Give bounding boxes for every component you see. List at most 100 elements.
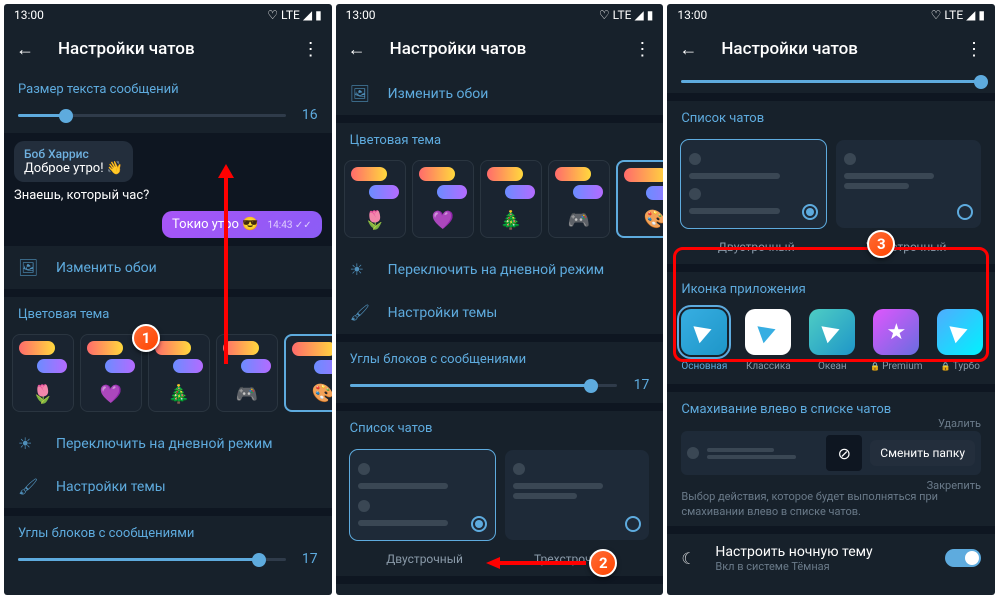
chatlist-label: Список чатов [667, 101, 995, 132]
day-mode[interactable]: ☀ Переключить на дневной режим [336, 248, 664, 291]
callout-1: 1 [132, 324, 160, 352]
heart-icon: ♡ [267, 8, 278, 22]
theme-settings[interactable]: 🖌 Настройки темы [4, 465, 332, 508]
night-theme-row[interactable]: ☾ Настроить ночную тему Вкл в системе Тё… [667, 534, 995, 583]
three-line-option[interactable] [505, 450, 650, 540]
battery-icon: ▮ [647, 8, 654, 22]
radio-icon [957, 204, 973, 220]
theme-card-selected[interactable]: 🎨 [284, 334, 332, 412]
change-folder-button[interactable]: Сменить папку [870, 440, 975, 466]
moon-icon: ☾ [681, 549, 701, 568]
more-icon[interactable]: ⋮ [633, 39, 651, 60]
color-theme-label: Цветовая тема [4, 297, 332, 328]
corners-slider[interactable]: 17 [336, 373, 664, 403]
swipe-preview: ⊘ Сменить папку [667, 423, 995, 483]
image-icon: 🖼 [350, 84, 370, 103]
two-line-label: Двустрочный [350, 552, 500, 566]
top-slider[interactable] [667, 72, 995, 93]
heart-icon: ♡ [931, 8, 942, 22]
text-size-value: 16 [298, 107, 318, 123]
theme-card[interactable]: 🎄 [480, 160, 542, 238]
network: LTE [281, 8, 300, 22]
chatlist-label: Список чатов [336, 411, 664, 442]
themes-row[interactable]: 🌷 💜 🎄 🎮 🎨 [4, 328, 332, 422]
chatlist-options [336, 442, 664, 548]
icon-label: 🔒Premium [870, 361, 922, 372]
color-theme-label: Цветовая тема [336, 123, 664, 154]
brush-icon: 🖌 [18, 477, 38, 496]
day-mode-label: Переключить на дневной режим [56, 436, 273, 452]
text-size-slider[interactable]: 16 [4, 103, 332, 133]
day-mode[interactable]: ☀ Переключить на дневной режим [4, 422, 332, 465]
lock-icon: 🔒 [941, 362, 951, 371]
message-in: Боб Харрис Доброе утро! 👋 [14, 141, 133, 182]
header: ← Настройки чатов ⋮ [667, 26, 995, 72]
icon-label: Основная [681, 361, 727, 372]
statusbar: 13:00 ♡LTE◢▮ [667, 4, 995, 26]
arrow-up-icon [214, 164, 238, 364]
block-icon: ⊘ [826, 435, 862, 471]
signal-icon: ◢ [303, 8, 312, 22]
battery-icon: ▮ [315, 8, 322, 22]
msg-text: Доброе утро! 👋 [24, 161, 123, 176]
back-arrow-icon[interactable]: ← [16, 39, 34, 60]
anim-label: Анимации [715, 594, 981, 595]
theme-card[interactable]: 🎮 [548, 160, 610, 238]
theme-settings[interactable]: 🖌 Настройки темы [336, 291, 664, 334]
network: LTE [944, 8, 963, 22]
signal-icon: ◢ [635, 8, 644, 22]
sun-icon: ☀ [350, 260, 370, 279]
theme-card[interactable]: 🌷 [12, 334, 74, 412]
three-line-option[interactable] [836, 140, 981, 228]
night-title: Настроить ночную тему [715, 544, 931, 560]
status-right: ♡ LTE ◢ ▮ [267, 8, 321, 22]
theme-card[interactable]: 🌷 [344, 160, 406, 238]
animations-row[interactable]: ⚙ Анимации [667, 583, 995, 595]
night-sub: Вкл в системе Тёмная [715, 560, 931, 573]
header: ← Настройки чатов ⋮ [336, 26, 664, 72]
page-title: Настройки чатов [58, 39, 302, 59]
corners-label: Углы блоков с сообщениями [4, 516, 332, 547]
page-title: Настройки чатов [721, 39, 965, 59]
radio-icon [625, 516, 641, 532]
lock-icon: 🔒 [870, 362, 880, 371]
back-arrow-icon[interactable]: ← [348, 39, 366, 60]
pin-label: Закрепить [927, 479, 981, 492]
statusbar: 13:00 ♡ LTE ◢ ▮ [4, 4, 332, 26]
back-arrow-icon[interactable]: ← [679, 39, 697, 60]
time: 13:00 [14, 8, 44, 22]
image-icon: 🖼 [18, 258, 38, 277]
sun-icon: ☀ [18, 434, 38, 453]
reply-time: 14:43 ✓✓ [268, 220, 312, 231]
two-line-option[interactable] [681, 140, 826, 228]
theme-card[interactable]: 💜 [412, 160, 474, 238]
theme-card[interactable]: 💜 [80, 334, 142, 412]
icon-label: Классика [746, 361, 791, 372]
more-icon[interactable]: ⋮ [302, 39, 320, 60]
theme-settings-label: Настройки темы [388, 305, 498, 321]
two-line-option[interactable] [350, 450, 495, 540]
theme-card-selected[interactable]: 🎨 [616, 160, 664, 238]
theme-settings-label: Настройки темы [56, 479, 166, 495]
more-icon[interactable]: ⋮ [965, 39, 983, 60]
change-wallpaper[interactable]: 🖼 Изменить обои [4, 246, 332, 289]
animation-icon: ⚙ [681, 593, 701, 595]
delete-label: Удалить [938, 417, 981, 430]
themes-row[interactable]: 🌷 💜 🎄 🎮 🎨 [336, 154, 664, 248]
phone-3: 13:00 ♡LTE◢▮ ← Настройки чатов ⋮ Список … [667, 4, 995, 595]
day-mode-label: Переключить на дневной режим [388, 262, 605, 278]
radio-icon [802, 204, 818, 220]
corners-value: 17 [298, 551, 318, 567]
page-title: Настройки чатов [390, 39, 634, 59]
time: 13:00 [677, 8, 707, 22]
change-wallpaper[interactable]: 🖼 Изменить обои [336, 72, 664, 115]
corners-value: 17 [629, 377, 649, 393]
text-size-label: Размер текста сообщений [4, 72, 332, 103]
sender-name: Боб Харрис [24, 147, 123, 161]
header: ← Настройки чатов ⋮ [4, 26, 332, 72]
toggle-switch[interactable] [945, 549, 981, 567]
phone-1: 13:00 ♡ LTE ◢ ▮ ← Настройки чатов ⋮ Разм… [4, 4, 332, 595]
statusbar: 13:00 ♡LTE◢▮ [336, 4, 664, 26]
corners-label: Углы блоков с сообщениями [336, 342, 664, 373]
corners-slider[interactable]: 17 [4, 547, 332, 577]
